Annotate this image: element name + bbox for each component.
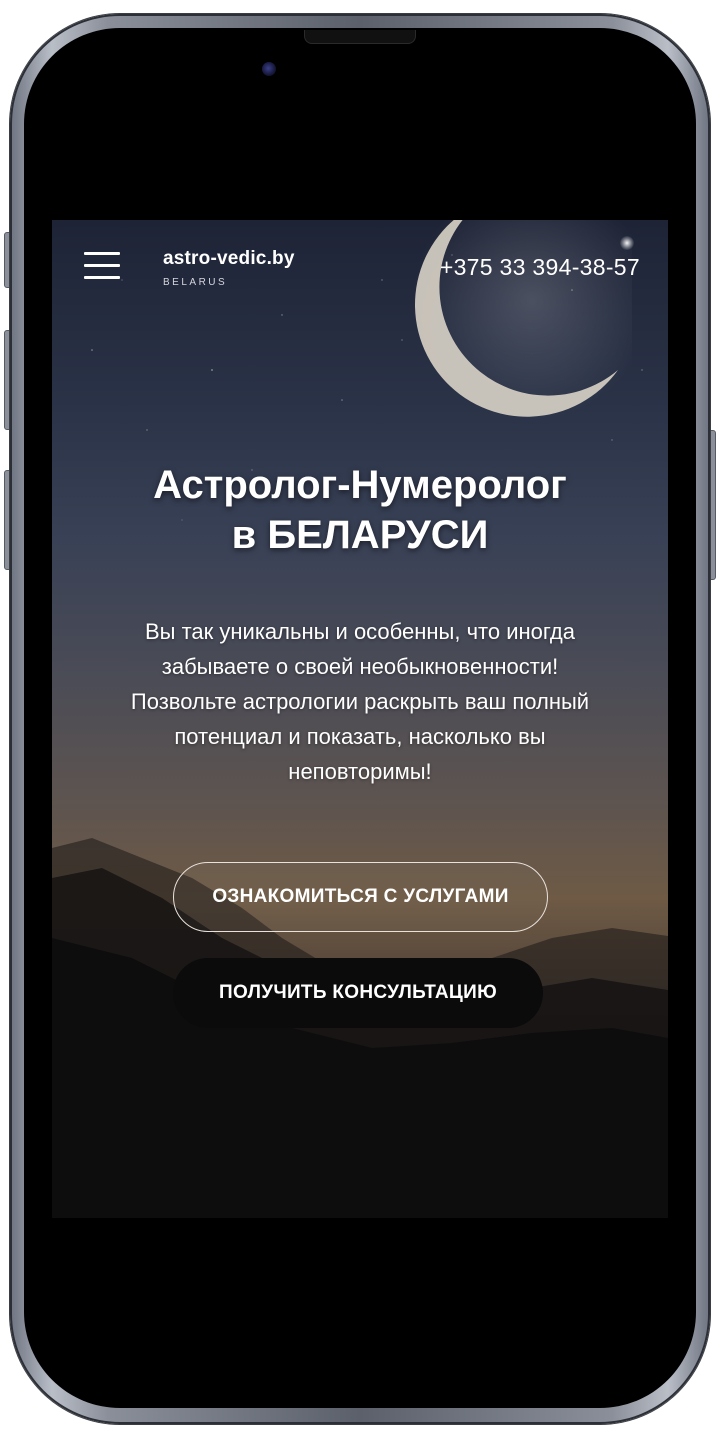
website-screen: astro-vedic.by BELARUS +375 33 394-38-57… (52, 220, 668, 1218)
hero-title: Астролог-Нумеролог в БЕЛАРУСИ (52, 460, 668, 560)
device-mockup: astro-vedic.by BELARUS +375 33 394-38-57… (0, 0, 720, 1436)
hero-description-line: неповторимы! (288, 759, 432, 784)
hero-description-line: Позвольте астрологии раскрыть ваш полный (130, 689, 590, 714)
get-consultation-button[interactable]: ПОЛУЧИТЬ КОНСУЛЬТАЦИЮ (173, 958, 543, 1028)
site-logo-title[interactable]: astro-vedic.by (163, 248, 295, 270)
site-logo-subtitle: BELARUS (163, 277, 228, 288)
hero-description: Вы так уникальны и особенны, что иногда … (72, 614, 648, 789)
phone-number-link[interactable]: +375 33 394-38-57 (440, 254, 640, 281)
view-services-button[interactable]: ОЗНАКОМИТЬСЯ С УСЛУГАМИ (173, 862, 548, 932)
hero-description-line: забываете о своей необыкновенности! (161, 654, 559, 679)
site-header: astro-vedic.by BELARUS +375 33 394-38-57 (52, 220, 668, 320)
front-camera (262, 62, 276, 76)
hamburger-menu-icon[interactable] (84, 248, 120, 282)
hero-description-line: Вы так уникальны и особенны, что иногда (144, 619, 576, 644)
speaker-grille (304, 30, 416, 44)
hero-description-line: потенциал и показать, насколько вы (174, 724, 546, 749)
hero-title-line: в БЕЛАРУСИ (231, 513, 489, 557)
hero-title-line: Астролог-Нумеролог (153, 463, 567, 507)
